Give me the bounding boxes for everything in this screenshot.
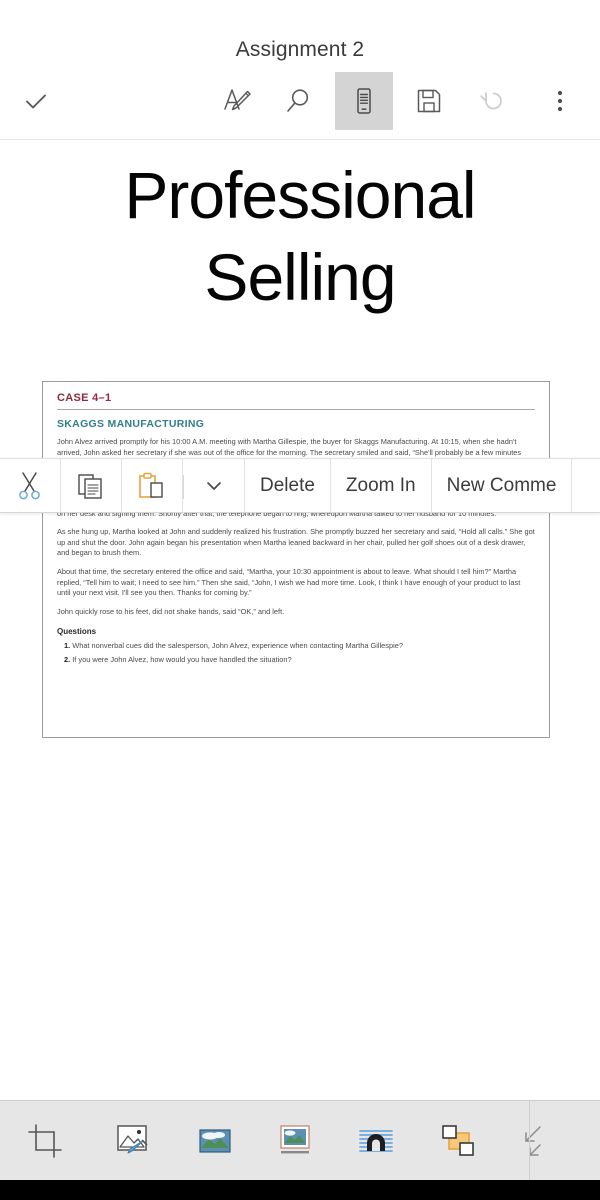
body-paragraph: John quickly rose to his feet, did not s… (57, 606, 285, 616)
reading-view-icon[interactable] (335, 72, 393, 130)
selection-context-toolbar: Delete Zoom In New Comme (0, 458, 600, 513)
question-item: 1. What nonverbal cues did the salespers… (57, 640, 535, 651)
top-app-bar: Assignment 2 (0, 0, 600, 140)
more-options-icon[interactable] (531, 72, 589, 130)
toolbar-inner-divider (183, 475, 184, 499)
picture-border-icon[interactable] (255, 1101, 335, 1181)
picture-fill-icon[interactable] (175, 1101, 255, 1181)
case-divider (57, 409, 535, 410)
zoom-in-button[interactable]: Zoom In (330, 459, 432, 512)
body-paragraph: As she hung up, Martha looked at John an… (57, 527, 535, 558)
clipboard-paste-icon (139, 472, 163, 498)
save-icon[interactable] (400, 72, 458, 130)
company-heading: SKAGGS MANUFACTURING (57, 418, 205, 430)
ink-pen-icon[interactable] (208, 72, 266, 130)
questions-heading: Questions (57, 627, 97, 637)
copy-button[interactable] (61, 459, 122, 512)
question-number: 2. (64, 655, 71, 665)
picture-effects-icon[interactable] (335, 1101, 417, 1181)
word-mobile-app: Assignment 2 Professional Selling CASE 4… (0, 0, 600, 1200)
case-study-box[interactable]: CASE 4–1 SKAGGS MANUFACTURING John Alvez… (42, 381, 550, 738)
done-checkmark-icon[interactable] (7, 72, 65, 130)
page-title-line1: Professional (124, 158, 476, 232)
ribbon-divider (529, 1100, 530, 1180)
chevron-down-icon (206, 481, 221, 490)
copy-pages-icon (78, 473, 102, 499)
system-navigation-bar (0, 1180, 600, 1200)
question-text: What nonverbal cues did the salesperson,… (72, 641, 403, 651)
body-paragraph: About that time, the secretary entered t… (57, 566, 521, 598)
collapse-ribbon-icon[interactable] (571, 1101, 600, 1181)
arrange-objects-icon[interactable] (417, 1101, 499, 1181)
picture-tools-ribbon (0, 1100, 600, 1180)
reset-picture-icon[interactable] (499, 1101, 571, 1181)
page-title-line2: Selling (204, 240, 396, 314)
question-number: 1. (64, 641, 71, 651)
page-title: Professional Selling (0, 154, 600, 318)
picture-styles-icon[interactable] (90, 1101, 175, 1181)
undo-icon[interactable] (465, 72, 523, 130)
crop-icon[interactable] (0, 1101, 90, 1181)
delete-button[interactable]: Delete (245, 459, 331, 512)
document-canvas[interactable]: Professional Selling CASE 4–1 SKAGGS MAN… (0, 140, 600, 1100)
scissors-icon (19, 471, 40, 499)
cut-button[interactable] (0, 459, 61, 512)
question-text: If you were John Alvez, how would you ha… (72, 655, 292, 665)
new-comment-button[interactable]: New Comme (431, 459, 573, 512)
paste-button[interactable] (122, 459, 183, 512)
case-label: CASE 4–1 (57, 392, 112, 404)
question-item: 2. If you were John Alvez, how would you… (57, 654, 535, 665)
search-icon[interactable] (270, 72, 328, 130)
paste-options-dropdown[interactable] (183, 459, 245, 512)
top-icon-row (0, 72, 600, 130)
document-title: Assignment 2 (235, 38, 365, 61)
